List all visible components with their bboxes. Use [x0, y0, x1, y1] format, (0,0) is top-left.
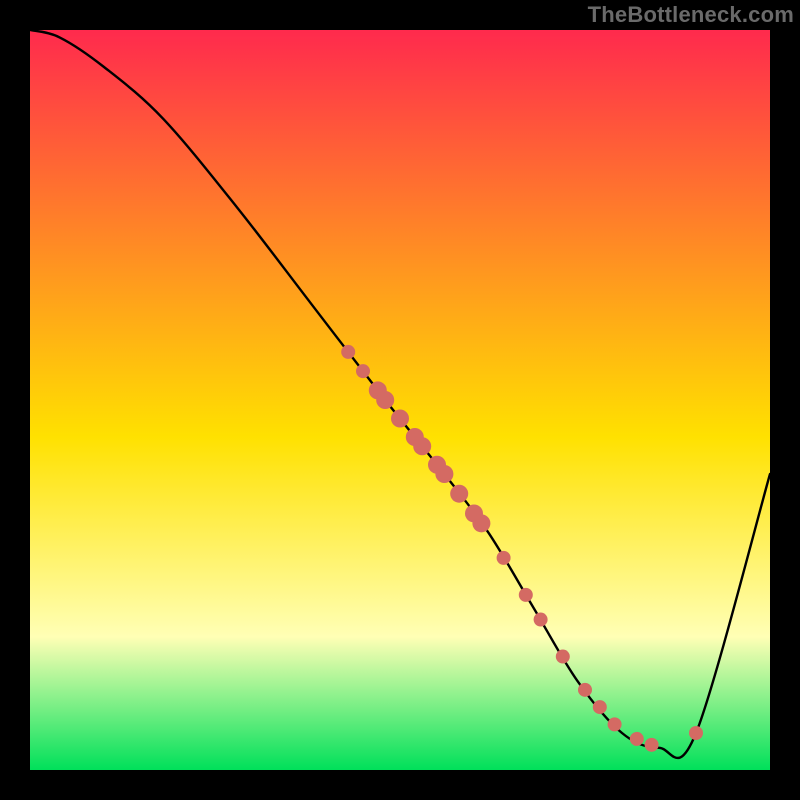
curve-dot	[593, 700, 607, 714]
curve-dot	[578, 683, 592, 697]
curve-dot	[689, 726, 703, 740]
watermark-text: TheBottleneck.com	[588, 2, 794, 28]
curve-dot	[376, 391, 394, 409]
plot-background	[30, 30, 770, 770]
curve-dot	[534, 613, 548, 627]
curve-dot	[519, 588, 533, 602]
curve-dot	[645, 738, 659, 752]
chart-stage: TheBottleneck.com	[0, 0, 800, 800]
curve-dot	[497, 551, 511, 565]
curve-dot	[341, 345, 355, 359]
curve-dot	[356, 364, 370, 378]
curve-dot	[556, 650, 570, 664]
curve-dot	[413, 437, 431, 455]
curve-dot	[630, 732, 644, 746]
curve-dot	[391, 410, 409, 428]
curve-dot	[450, 485, 468, 503]
curve-dot	[435, 465, 453, 483]
curve-dot	[472, 514, 490, 532]
curve-dot	[608, 717, 622, 731]
chart-svg	[0, 0, 800, 800]
